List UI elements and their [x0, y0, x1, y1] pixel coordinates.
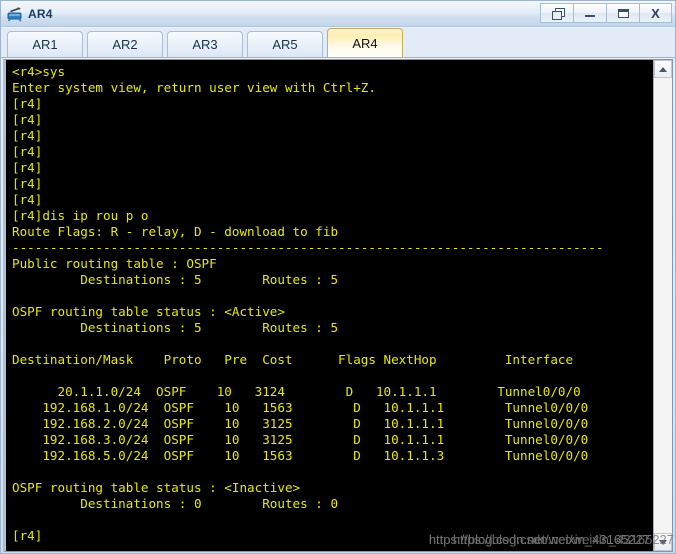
close-icon: X — [651, 5, 660, 21]
terminal-vertical-scrollbar[interactable] — [653, 60, 672, 551]
maximize-button[interactable] — [606, 3, 639, 23]
scroll-down-icon — [659, 539, 667, 545]
tab-ar1[interactable]: AR1 — [7, 31, 83, 57]
close-button[interactable]: X — [639, 3, 672, 23]
tab-ar5[interactable]: AR5 — [247, 31, 323, 57]
tab-ar4[interactable]: AR4 — [327, 28, 403, 57]
restore-icon — [551, 8, 565, 20]
router-icon — [6, 5, 24, 23]
tab-ar2[interactable]: AR2 — [87, 31, 163, 57]
terminal-console[interactable]: <r4>sys Enter system view, return user v… — [6, 60, 654, 551]
tab-ar3[interactable]: AR3 — [167, 31, 243, 57]
device-tab-bar: AR1 AR2 AR3 AR5 AR4 — [1, 28, 675, 58]
restore-button[interactable] — [540, 3, 573, 23]
maximize-icon — [617, 8, 629, 18]
scroll-track[interactable] — [654, 78, 672, 533]
window-controls: X — [540, 3, 672, 23]
scroll-down-button[interactable] — [654, 533, 672, 551]
tab-label: AR2 — [112, 37, 138, 52]
terminal-panel: <r4>sys Enter system view, return user v… — [3, 59, 674, 552]
terminal-output: <r4>sys Enter system view, return user v… — [12, 64, 604, 543]
tab-label: AR1 — [32, 37, 58, 52]
minimize-button[interactable] — [573, 3, 606, 23]
tab-label: AR3 — [192, 37, 218, 52]
minimize-icon — [585, 15, 595, 17]
tab-label: AR4 — [352, 35, 378, 51]
window-title: AR4 — [28, 6, 53, 21]
ensp-cli-window: AR4 X AR1 AR2 AR3 AR5 AR4 <r4>sys Enter … — [0, 0, 676, 554]
scroll-up-icon — [659, 66, 667, 72]
scroll-up-button[interactable] — [654, 60, 672, 78]
tab-label: AR5 — [272, 37, 298, 52]
title-bar[interactable]: AR4 X — [1, 1, 675, 27]
